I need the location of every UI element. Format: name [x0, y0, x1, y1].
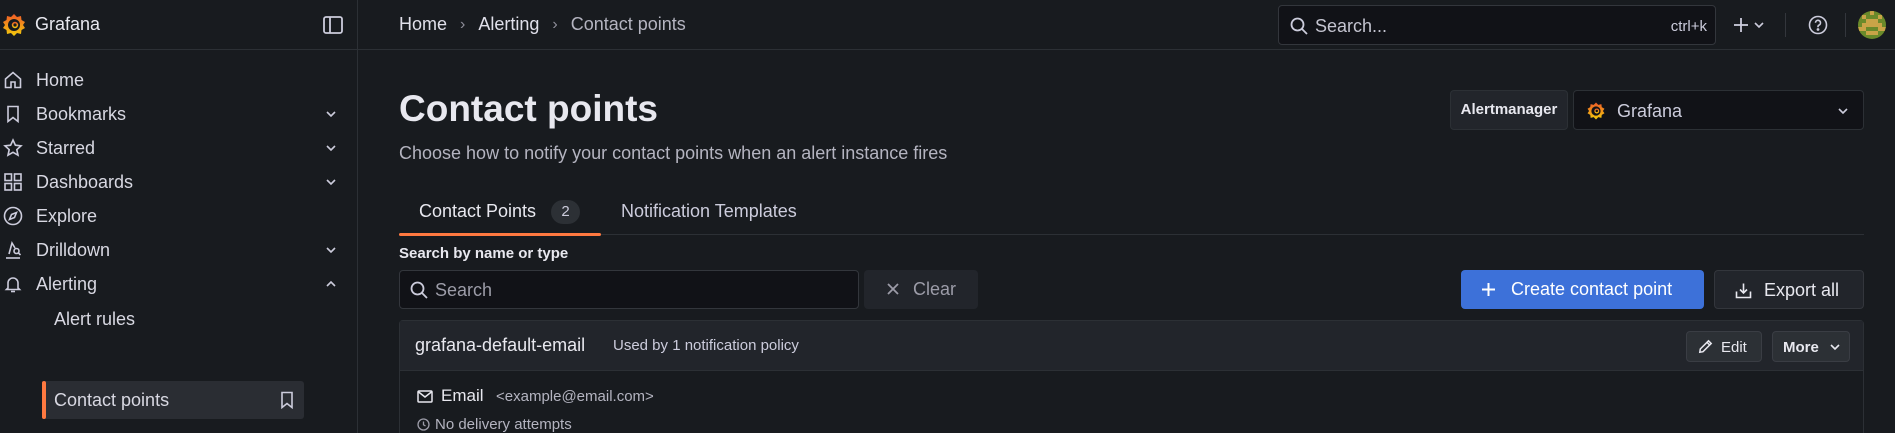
sidebar-item-label: Starred — [36, 138, 96, 158]
divider — [1845, 13, 1846, 37]
compass-icon — [3, 206, 23, 226]
page-subtitle: Choose how to notify your contact points… — [399, 143, 948, 163]
grafana-logo-icon[interactable] — [0, 12, 28, 38]
sidebar-item-contact-points[interactable]: Contact points — [42, 381, 304, 419]
clear-button[interactable]: Clear — [864, 270, 978, 309]
chevron-down-icon[interactable] — [323, 106, 339, 122]
bookmark-icon[interactable] — [278, 391, 296, 409]
tab-label: Notification Templates — [621, 201, 797, 221]
contact-point-name: grafana-default-email — [415, 335, 586, 355]
search-icon — [1289, 16, 1309, 36]
sidebar-item-label: Alerting — [36, 274, 98, 294]
sidebar-item-alerting[interactable]: Alerting — [0, 266, 358, 302]
sidebar-item-dashboards[interactable]: Dashboards — [0, 164, 358, 200]
divider — [1785, 13, 1786, 37]
sidebar-item-label: Dashboards — [36, 172, 134, 192]
sidebar-item-label: Drilldown — [36, 240, 111, 260]
integration-type: Email — [441, 386, 484, 405]
tab-contact-points[interactable]: Contact Points 2 — [399, 196, 601, 236]
breadcrumb-alerting[interactable]: Alerting — [478, 14, 539, 35]
global-search-input[interactable]: Search... ctrl+k — [1278, 5, 1716, 45]
star-icon — [3, 138, 23, 158]
chevron-down-icon[interactable] — [323, 242, 339, 258]
sidebar-item-label: Bookmarks — [36, 104, 127, 124]
breadcrumb-separator: › — [460, 15, 466, 33]
export-all-button[interactable]: Export all — [1714, 270, 1864, 309]
sidebar-item-label: Alert rules — [54, 309, 136, 329]
chevron-down-icon[interactable] — [323, 140, 339, 156]
create-label: Create contact point — [1511, 279, 1673, 299]
pen-icon — [1698, 339, 1713, 354]
integration-address: <example@email.com> — [496, 388, 654, 405]
export-label: Export all — [1764, 280, 1840, 300]
sidebar-item-label: Home — [36, 70, 85, 90]
search-placeholder: Search — [435, 280, 493, 300]
help-icon[interactable] — [1806, 13, 1830, 37]
tab-label: Contact Points — [419, 201, 537, 221]
breadcrumb-home[interactable]: Home — [399, 14, 447, 35]
chevron-up-icon[interactable] — [323, 276, 339, 292]
app-name[interactable]: Grafana — [35, 14, 100, 35]
sidebar-item-starred[interactable]: Starred — [0, 130, 358, 166]
sidebar-item-label: Contact points — [54, 390, 170, 410]
top-bar: Grafana Home › Alerting › Contact points… — [0, 0, 1895, 50]
close-icon — [886, 282, 900, 296]
grafana-logo-icon — [1586, 101, 1606, 121]
alertmanager-value: Grafana — [1617, 101, 1683, 121]
sidebar-item-alert-rules[interactable]: Alert rules — [42, 300, 304, 338]
plus-icon — [1733, 17, 1749, 33]
clock-icon — [417, 418, 430, 431]
search-placeholder: Search... — [1315, 16, 1388, 36]
contact-point-usage[interactable]: Used by 1 notification policy — [613, 337, 799, 354]
user-avatar[interactable] — [1858, 11, 1886, 39]
search-shortcut: ctrl+k — [1670, 18, 1707, 35]
breadcrumb-separator: › — [552, 15, 558, 33]
chevron-down-icon — [1829, 341, 1841, 353]
create-contact-point-button[interactable]: Create contact point — [1461, 270, 1704, 309]
bookmark-icon — [3, 104, 23, 124]
filter-label: Search by name or type — [399, 245, 569, 262]
sidebar-item-home[interactable]: Home — [0, 62, 358, 98]
sidebar-item-explore[interactable]: Explore — [0, 198, 358, 234]
page-title: Contact points — [399, 88, 658, 129]
contact-point-search-input[interactable]: Search — [399, 270, 859, 309]
clear-label: Clear — [913, 279, 957, 299]
alertmanager-select[interactable]: Grafana — [1573, 90, 1864, 130]
sidebar-item-label: Explore — [36, 206, 98, 226]
contact-point-card: grafana-default-email Used by 1 notifica… — [399, 320, 1864, 433]
envelope-icon — [417, 389, 433, 403]
home-icon — [3, 70, 23, 90]
alertmanager-label: Alertmanager — [1450, 90, 1568, 130]
chevron-down-icon — [1754, 20, 1764, 30]
brand: Grafana — [0, 0, 358, 50]
plus-icon — [1481, 282, 1496, 297]
chevron-down-icon — [1835, 103, 1851, 119]
edit-button[interactable]: Edit — [1686, 331, 1762, 362]
breadcrumb-current: Contact points — [570, 14, 686, 34]
tabs-divider — [399, 234, 1864, 235]
breadcrumb: Home › Alerting › Contact points — [399, 14, 686, 35]
sidebar-item-drilldown[interactable]: Drilldown — [0, 232, 358, 268]
edit-label: Edit — [1721, 339, 1747, 356]
new-menu-button[interactable] — [1733, 13, 1769, 37]
contact-point-header: grafana-default-email Used by 1 notifica… — [400, 321, 1863, 371]
more-button[interactable]: More — [1772, 331, 1850, 362]
download-icon — [1735, 282, 1752, 299]
chevron-down-icon[interactable] — [323, 174, 339, 190]
sidebar-item-bookmarks[interactable]: Bookmarks — [0, 96, 358, 132]
sidebar: Home Bookmarks Starred Dashboards Explor… — [0, 50, 358, 433]
drilldown-icon — [3, 240, 23, 260]
tab-count-badge: 2 — [551, 200, 580, 224]
dock-menu-icon[interactable] — [322, 14, 344, 36]
apps-icon — [3, 172, 23, 192]
search-icon — [410, 281, 428, 299]
delivery-status: No delivery attempts — [435, 416, 572, 433]
more-label: More — [1783, 339, 1819, 356]
bell-icon — [3, 274, 23, 294]
